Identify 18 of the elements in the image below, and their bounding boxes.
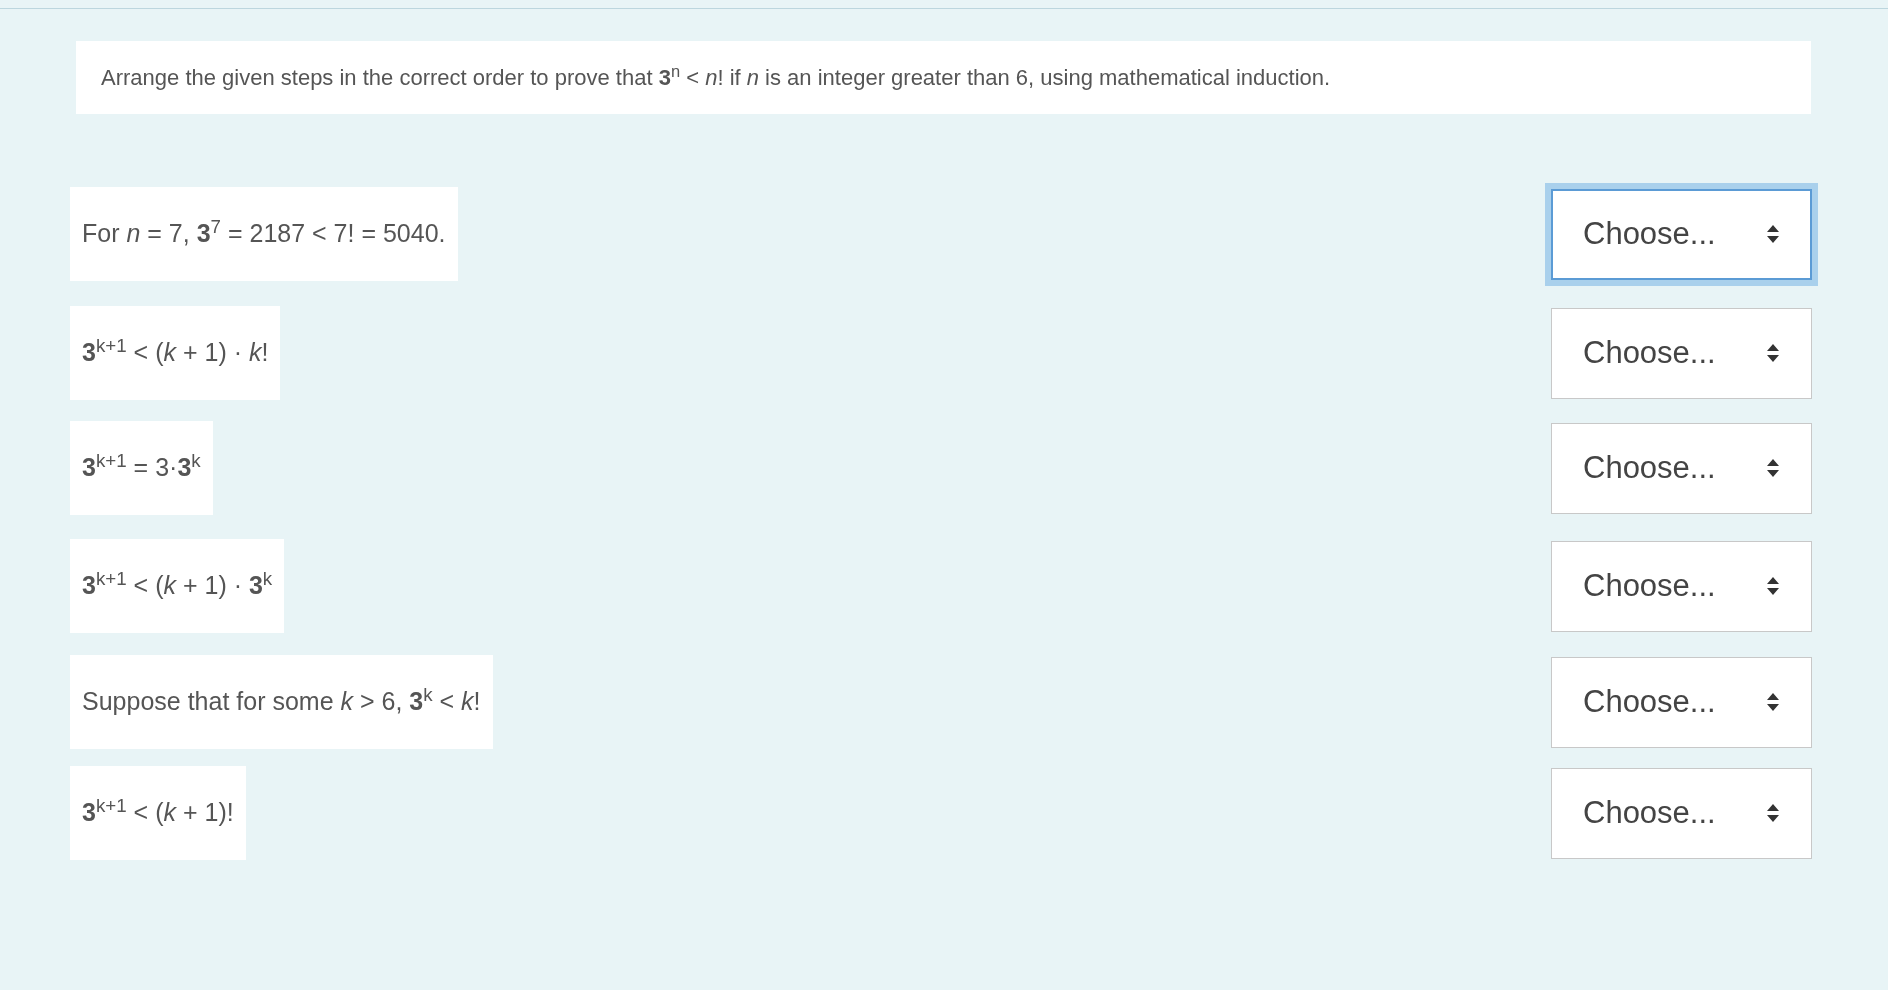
step-card: 3$^{k+1}$ < (k + 1) · 3$^{k}$: [70, 539, 285, 633]
choose-dropdown[interactable]: Choose...: [1551, 307, 1812, 399]
step-card: Suppose that for some k > 6, 3$^{k}$ < k!: [70, 655, 493, 749]
up-down-caret-icon: [1766, 803, 1780, 823]
up-down-caret-icon: [1766, 576, 1780, 596]
up-down-caret-icon: [1766, 692, 1780, 712]
choose-dropdown[interactable]: Choose...: [1551, 540, 1812, 632]
up-down-caret-icon: [1766, 458, 1780, 478]
up-down-caret-icon: [1766, 343, 1780, 363]
step-card: 3$^{k+1}$ < (k + 1)!: [70, 766, 246, 860]
question-text: Arrange the given steps in the correct order to prove that 3$^{n}$ < n! if n is an integer greater than 6, using mathematical induction.: [76, 41, 1811, 114]
choose-dropdown[interactable]: Choose...: [1551, 656, 1812, 748]
step-card: 3$^{k+1}$ = 3·3$^{k}$: [70, 421, 213, 515]
choose-dropdown[interactable]: Choose...: [1551, 422, 1812, 514]
up-down-caret-icon: [1766, 224, 1780, 244]
step-card: For n = 7, 3$^{7}$ = 2187 < 7! = 5040.: [70, 187, 458, 281]
choose-dropdown[interactable]: Choose...: [1551, 767, 1812, 859]
step-card: 3$^{k+1}$ < (k + 1) · k!: [70, 306, 281, 400]
